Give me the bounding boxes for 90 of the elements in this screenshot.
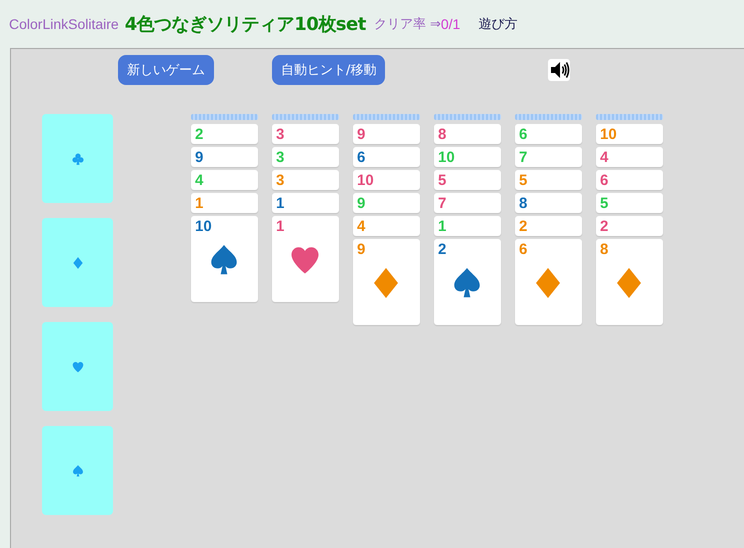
playing-card[interactable]: 2: [596, 216, 663, 236]
card-rank: 2: [437, 240, 446, 260]
playing-card[interactable]: 6: [596, 170, 663, 190]
playing-card[interactable]: 5: [596, 193, 663, 213]
new-game-button[interactable]: 新しいゲーム: [118, 55, 214, 85]
foundation-slot[interactable]: [42, 114, 113, 203]
card-rank: 6: [356, 148, 366, 168]
card-rank: 1: [437, 217, 446, 237]
playing-card[interactable]: 10: [434, 147, 501, 167]
spade-icon: [70, 464, 84, 478]
playing-card[interactable]: 3: [272, 147, 339, 167]
playing-card[interactable]: 4: [191, 170, 258, 190]
clear-rate-label: クリア率 ⇒: [374, 16, 441, 33]
card-rank: 1: [275, 194, 284, 214]
column-header-strip: [596, 114, 663, 120]
card-rank: 6: [518, 125, 528, 145]
foundation-slot[interactable]: [42, 322, 113, 411]
card-rank: 7: [518, 148, 528, 168]
card-rank: 2: [518, 217, 528, 237]
playing-card[interactable]: 9: [353, 193, 420, 213]
auto-hint-button[interactable]: 自動ヒント/移動: [272, 55, 386, 85]
card-rank: 3: [275, 125, 284, 145]
card-rank: 8: [437, 125, 446, 145]
card-rank: 8: [518, 194, 528, 214]
card-rank: 4: [194, 171, 204, 191]
speaker-icon[interactable]: [548, 59, 570, 81]
foundation-slot[interactable]: [42, 426, 113, 515]
playing-card[interactable]: 2: [434, 239, 501, 325]
game-title: 4色つなぎソリティア10枚set: [124, 13, 366, 36]
help-link[interactable]: 遊び方: [478, 15, 518, 33]
playing-card[interactable]: 2: [191, 124, 258, 144]
card-rank: 4: [599, 148, 608, 168]
card-rank: 6: [518, 240, 528, 260]
playing-card[interactable]: 9: [353, 124, 420, 144]
playing-card[interactable]: 1: [272, 216, 339, 302]
card-rank: 7: [437, 194, 446, 214]
playing-card[interactable]: 8: [596, 239, 663, 325]
card-rank: 1: [194, 194, 204, 214]
card-rank: 4: [356, 217, 366, 237]
playing-card[interactable]: 10: [353, 170, 420, 190]
playing-card[interactable]: 3: [272, 124, 339, 144]
card-rank: 9: [356, 125, 366, 145]
card-rank: 9: [356, 194, 366, 214]
playing-card[interactable]: 1: [191, 193, 258, 213]
playing-card[interactable]: 7: [434, 193, 501, 213]
playing-card[interactable]: 1: [272, 193, 339, 213]
column-header-strip: [353, 114, 420, 120]
card-rank: 10: [437, 148, 455, 168]
playing-card[interactable]: 7: [515, 147, 582, 167]
card-rank: 1: [275, 217, 284, 237]
playing-card[interactable]: 9: [353, 239, 420, 325]
clear-rate-value: 0/1: [440, 16, 460, 32]
card-rank: 10: [599, 125, 617, 145]
card-rank: 10: [194, 217, 212, 237]
card-rank: 2: [194, 125, 204, 145]
playing-card[interactable]: 10: [191, 216, 258, 302]
card-rank: 9: [194, 148, 204, 168]
playing-card[interactable]: 6: [515, 124, 582, 144]
diamond-icon: [70, 256, 84, 270]
playing-card[interactable]: 3: [272, 170, 339, 190]
card-rank: 8: [599, 240, 608, 260]
column-header-strip: [434, 114, 501, 120]
playing-card[interactable]: 8: [434, 124, 501, 144]
card-rank: 5: [599, 194, 608, 214]
column-header-strip: [515, 114, 582, 120]
heart-icon: [70, 360, 84, 374]
playing-card[interactable]: 1: [434, 216, 501, 236]
playing-card[interactable]: 8: [515, 193, 582, 213]
playing-card[interactable]: 5: [434, 170, 501, 190]
card-rank: 3: [275, 148, 284, 168]
club-icon: [70, 152, 84, 166]
card-rank: 3: [275, 171, 284, 191]
playing-card[interactable]: 4: [596, 147, 663, 167]
site-name: ColorLinkSolitaire: [9, 16, 119, 32]
playing-card[interactable]: 10: [596, 124, 663, 144]
card-rank: 10: [356, 171, 374, 191]
playing-card[interactable]: 9: [191, 147, 258, 167]
column-header-strip: [191, 114, 258, 120]
playing-card[interactable]: 6: [353, 147, 420, 167]
card-rank: 5: [437, 171, 446, 191]
playing-card[interactable]: 2: [515, 216, 582, 236]
card-rank: 2: [599, 217, 608, 237]
foundation-slot[interactable]: [42, 218, 113, 307]
card-rank: 9: [356, 240, 366, 260]
playing-card[interactable]: 6: [515, 239, 582, 325]
card-rank: 5: [518, 171, 528, 191]
playing-card[interactable]: 5: [515, 170, 582, 190]
card-rank: 6: [599, 171, 608, 191]
column-header-strip: [272, 114, 339, 120]
playing-card[interactable]: 4: [353, 216, 420, 236]
